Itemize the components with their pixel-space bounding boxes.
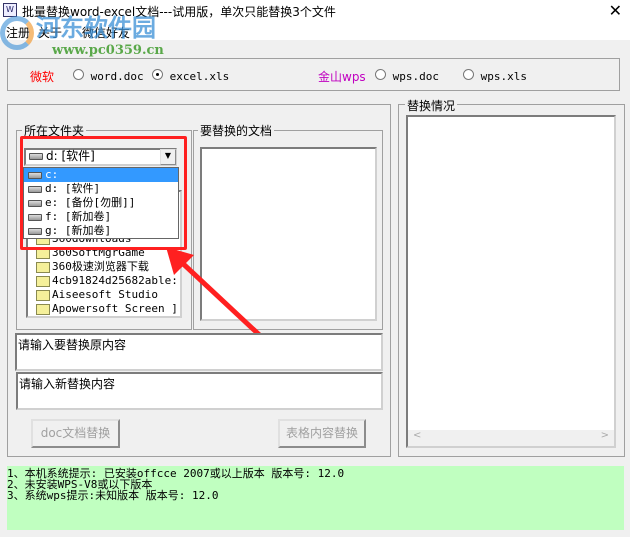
wps-label: 金山wps bbox=[318, 70, 366, 84]
result-textarea[interactable] bbox=[406, 115, 616, 448]
folder-icon bbox=[36, 275, 50, 287]
new-content-input[interactable]: 请输入新替换内容 bbox=[16, 372, 383, 410]
status-line: 3、系统wps提示:未知版本 版本号: 12.0 bbox=[7, 489, 219, 502]
folder-item[interactable]: Apowersoft Screen ] bbox=[36, 302, 180, 316]
watermark-name: 河东软件园 bbox=[36, 13, 156, 42]
docs-legend: 要替换的文档 bbox=[198, 122, 275, 139]
result-legend: 替换情况 bbox=[405, 97, 458, 114]
folder-item[interactable]: Aiseesoft Studio bbox=[36, 288, 180, 302]
radio-excel-xls[interactable]: excel.xls bbox=[152, 69, 229, 83]
watermark-logo-icon bbox=[0, 16, 34, 50]
watermark-url: www.pc0359.cn bbox=[52, 43, 164, 58]
radio-wps-doc[interactable]: wps.doc bbox=[375, 69, 439, 83]
microsoft-label: 微软 bbox=[30, 70, 55, 84]
radio-wps-xls[interactable]: wps.xls bbox=[463, 69, 527, 83]
close-button[interactable]: ✕ bbox=[609, 1, 622, 20]
horizontal-scrollbar[interactable]: < > bbox=[408, 430, 614, 446]
status-panel: 1、本机系统提示: 已安装offcce 2007或以上版本 版本号: 12.0 … bbox=[7, 466, 624, 530]
folder-item[interactable]: 4cb91824d25682able: bbox=[36, 274, 180, 288]
scroll-right-icon[interactable]: > bbox=[601, 430, 609, 441]
radio-word-doc[interactable]: word.doc bbox=[73, 69, 144, 83]
table-replace-button[interactable]: 表格内容替换 bbox=[278, 419, 366, 448]
original-content-input[interactable]: 请输入要替换原内容 bbox=[15, 333, 383, 371]
scroll-left-icon[interactable]: < bbox=[413, 430, 421, 441]
folder-item[interactable]: 360极速浏览器下载 bbox=[36, 260, 180, 274]
folder-icon bbox=[36, 289, 50, 301]
folder-icon bbox=[36, 303, 50, 315]
folder-icon bbox=[36, 261, 50, 273]
doc-replace-button[interactable]: doc文档替换 bbox=[31, 419, 120, 448]
annotation-highlight-box bbox=[20, 136, 187, 250]
app-icon: W bbox=[3, 3, 17, 17]
